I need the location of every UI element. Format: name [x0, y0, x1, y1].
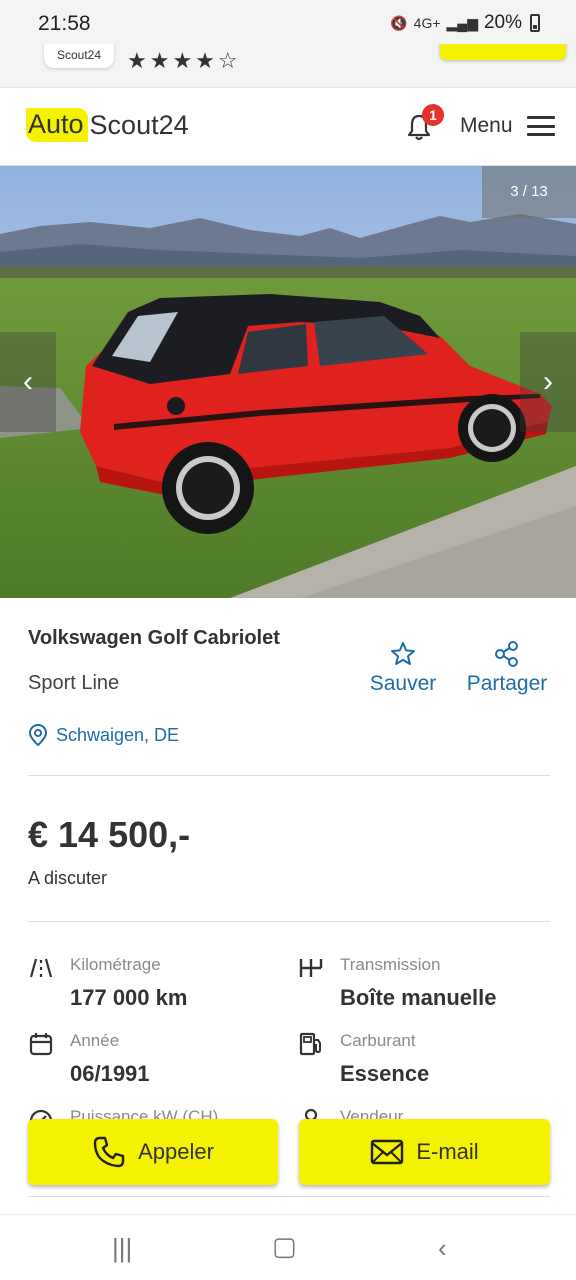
- share-label: Partager: [466, 672, 548, 695]
- share-icon: [495, 641, 518, 667]
- price: € 14 500,-: [28, 814, 191, 855]
- phone-icon: [93, 1136, 125, 1168]
- logo-scout24: Scout24: [89, 109, 189, 140]
- listing-subtitle: Sport Line: [28, 672, 120, 694]
- gearshift-icon: [299, 959, 323, 977]
- status-bar: 21:58 🔇 4G+ ▂▄▆ 20%: [0, 0, 576, 44]
- app-install-banner: Scout24 ★★★★☆: [0, 44, 576, 88]
- network-type: 4G+: [413, 15, 441, 31]
- spec-value: 177 000 km: [70, 985, 188, 1010]
- notifications-button[interactable]: 1: [404, 104, 444, 142]
- divider: [28, 1196, 550, 1197]
- next-photo-button[interactable]: ›: [520, 332, 576, 432]
- spec-label: Année: [70, 1031, 120, 1050]
- recent-apps-icon[interactable]: |||: [112, 1233, 132, 1264]
- listing-title: Volkswagen Golf Cabriolet: [28, 627, 280, 649]
- notification-badge: 1: [422, 104, 444, 126]
- star-icon: [391, 642, 415, 665]
- divider: [28, 775, 550, 776]
- save-label: Sauver: [369, 672, 437, 695]
- prev-photo-button[interactable]: ‹: [0, 332, 56, 432]
- save-button[interactable]: Sauver: [366, 640, 440, 696]
- calendar-icon: [29, 1033, 53, 1056]
- photo-counter: 3 / 13: [482, 166, 576, 218]
- logo-auto: Auto: [26, 108, 88, 142]
- site-header: Auto Scout24 1 Menu: [0, 88, 576, 166]
- signal-icon: ▂▄▆: [446, 14, 478, 31]
- location-link[interactable]: Schwaigen, DE: [28, 724, 179, 746]
- home-icon[interactable]: ▢: [272, 1231, 297, 1262]
- share-button[interactable]: Partager: [460, 640, 554, 696]
- spec-label: Transmission: [340, 955, 441, 974]
- road-icon: [29, 958, 53, 978]
- price-note: A discuter: [28, 868, 108, 888]
- call-label: Appeler: [138, 1139, 214, 1164]
- chevron-left-icon: ‹: [23, 365, 33, 398]
- chevron-right-icon: ›: [543, 365, 553, 398]
- divider: [28, 921, 550, 922]
- app-install-button[interactable]: [440, 44, 566, 60]
- spec-label: Carburant: [340, 1031, 416, 1050]
- car-photo: [0, 166, 576, 598]
- envelope-icon: [371, 1139, 404, 1165]
- menu-button[interactable]: Menu: [460, 114, 555, 138]
- menu-label: Menu: [460, 114, 513, 137]
- hamburger-icon: [526, 116, 555, 136]
- system-nav-bar: ||| ▢ ‹: [0, 1214, 576, 1280]
- fuel-pump-icon: [299, 1032, 321, 1056]
- back-icon[interactable]: ‹: [438, 1233, 447, 1264]
- status-time: 21:58: [38, 12, 91, 35]
- email-button[interactable]: E-mail: [299, 1119, 550, 1185]
- email-label: E-mail: [416, 1139, 479, 1164]
- call-button[interactable]: Appeler: [28, 1119, 278, 1185]
- spec-value: Boîte manuelle: [340, 985, 497, 1010]
- photo-gallery[interactable]: 3 / 13 ‹ ›: [0, 166, 576, 598]
- spec-value: 06/1991: [70, 1061, 150, 1086]
- location-pin-icon: [28, 724, 48, 746]
- status-icons: 🔇 4G+ ▂▄▆ 20%: [390, 12, 540, 34]
- battery-level: 20%: [483, 12, 522, 33]
- battery-icon: [530, 14, 540, 32]
- spec-label: Kilométrage: [70, 955, 161, 974]
- autoscout24-logo[interactable]: Auto Scout24: [26, 108, 189, 142]
- spec-value: Essence: [340, 1061, 430, 1086]
- location-text: Schwaigen, DE: [56, 724, 180, 745]
- mute-icon: 🔇: [390, 14, 408, 31]
- app-rating-stars: ★★★★☆: [127, 48, 241, 73]
- app-logo[interactable]: Scout24: [44, 44, 114, 68]
